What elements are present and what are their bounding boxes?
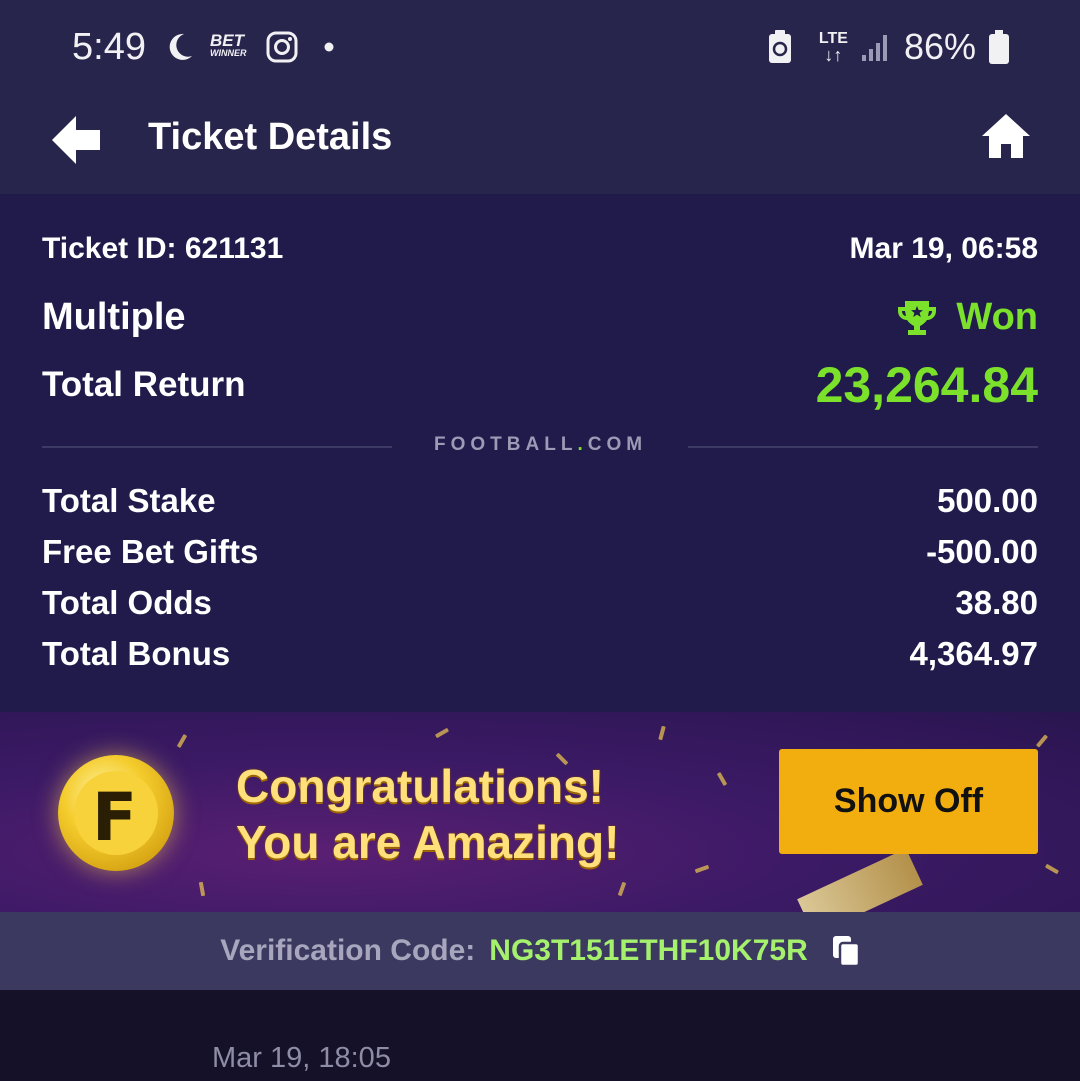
odds-label: Total Odds (42, 584, 212, 621)
football-coin-logo: F (58, 755, 174, 871)
home-icon[interactable] (980, 110, 1032, 162)
total-return-label: Total Return (42, 365, 246, 404)
battery-saver-icon (768, 30, 791, 63)
coin-letter: F (92, 779, 138, 856)
odds-value: 38.80 (955, 584, 1038, 621)
divider-line-left (42, 446, 392, 448)
betwinner-top: BET (210, 31, 244, 50)
verification-bar: Verification Code: NG3T151ETHF10K75R (0, 912, 1080, 990)
status-bar: 5:49 BET WINNER LTE ↓↑ 86% (0, 0, 1080, 96)
free-bet-row: Free Bet Gifts -500.00 (42, 533, 1038, 571)
confetti (617, 881, 627, 897)
signal-icon (861, 35, 887, 61)
free-bet-label: Free Bet Gifts (42, 533, 259, 570)
betwinner-bottom: WINNER (210, 48, 247, 58)
app-header: Ticket Details (0, 96, 1080, 194)
status-right: LTE ↓↑ 86% (767, 26, 1010, 68)
confetti (1035, 734, 1049, 748)
next-ticket-card[interactable]: Mar 19, 18:05 (0, 990, 1080, 1081)
back-arrow-icon[interactable] (48, 112, 104, 168)
confetti (658, 725, 666, 741)
lte-icon: LTE ↓↑ (819, 31, 848, 65)
ticket-datetime: Mar 19, 06:58 (849, 232, 1038, 265)
next-ticket-datetime: Mar 19, 18:05 (212, 1042, 391, 1074)
confetti (434, 727, 450, 739)
copy-icon[interactable] (832, 935, 860, 967)
confetti (694, 864, 710, 874)
show-off-button[interactable]: Show Off (779, 749, 1038, 854)
verification-code: NG3T151ETHF10K75R (489, 934, 808, 967)
moon-icon (169, 33, 192, 60)
confetti (1044, 863, 1060, 875)
battery-icon (989, 30, 1009, 64)
notification-icons: BET WINNER (162, 30, 339, 64)
brand-watermark: FOOTBALL.COM (434, 434, 647, 456)
bonus-value: 4,364.97 (909, 635, 1038, 672)
free-bet-value: -500.00 (926, 533, 1038, 570)
status-text: Won (956, 296, 1038, 338)
total-return-row: Total Return 23,264.84 (42, 356, 1038, 414)
status-time: 5:49 (72, 26, 146, 68)
confetti (198, 881, 206, 897)
gold-ribbon (797, 848, 923, 912)
congrats-line2: You are Amazing! (236, 816, 620, 868)
betwinner-icon: BET WINNER (210, 31, 247, 59)
bonus-label: Total Bonus (42, 635, 231, 672)
brand-watermark-dot: . (577, 434, 588, 455)
total-return-value: 23,264.84 (815, 357, 1038, 413)
coin-face: F (74, 771, 158, 856)
congrats-text: Congratulations! You are Amazing! (236, 758, 619, 870)
ticket-id: Ticket ID: 621131 (42, 232, 284, 265)
congrats-banner: F Congratulations! You are Amazing! Show… (0, 712, 1080, 912)
ticket-type-row: Multiple Won (42, 296, 1038, 339)
battery-percent: 86% (903, 26, 976, 67)
brand-watermark-tail: COM (587, 434, 648, 455)
congrats-line1: Congratulations! (236, 760, 604, 812)
brand-divider: FOOTBALL.COM (42, 434, 1038, 458)
instagram-icon (266, 31, 297, 63)
stake-label: Total Stake (42, 482, 216, 519)
divider-line-right (688, 446, 1038, 448)
data-arrows-icon: ↓↑ (824, 45, 843, 65)
confetti (176, 733, 188, 749)
ticket-meta-row: Ticket ID: 621131 Mar 19, 06:58 (42, 232, 1038, 266)
verification-label: Verification Code: (220, 934, 476, 967)
stake-row: Total Stake 500.00 (42, 482, 1038, 520)
status-badge: Won (896, 296, 1038, 339)
page-title: Ticket Details (148, 116, 393, 158)
ticket-type: Multiple (42, 296, 186, 338)
odds-row: Total Odds 38.80 (42, 584, 1038, 622)
more-notifications-dot-icon (324, 42, 333, 52)
bonus-row: Total Bonus 4,364.97 (42, 635, 1038, 673)
brand-watermark-main: FOOTBALL (434, 434, 578, 455)
stake-value: 500.00 (937, 482, 1038, 519)
confetti (716, 771, 728, 787)
trophy-icon (898, 300, 937, 335)
ticket-details-card: Ticket ID: 621131 Mar 19, 06:58 Multiple… (0, 194, 1080, 712)
